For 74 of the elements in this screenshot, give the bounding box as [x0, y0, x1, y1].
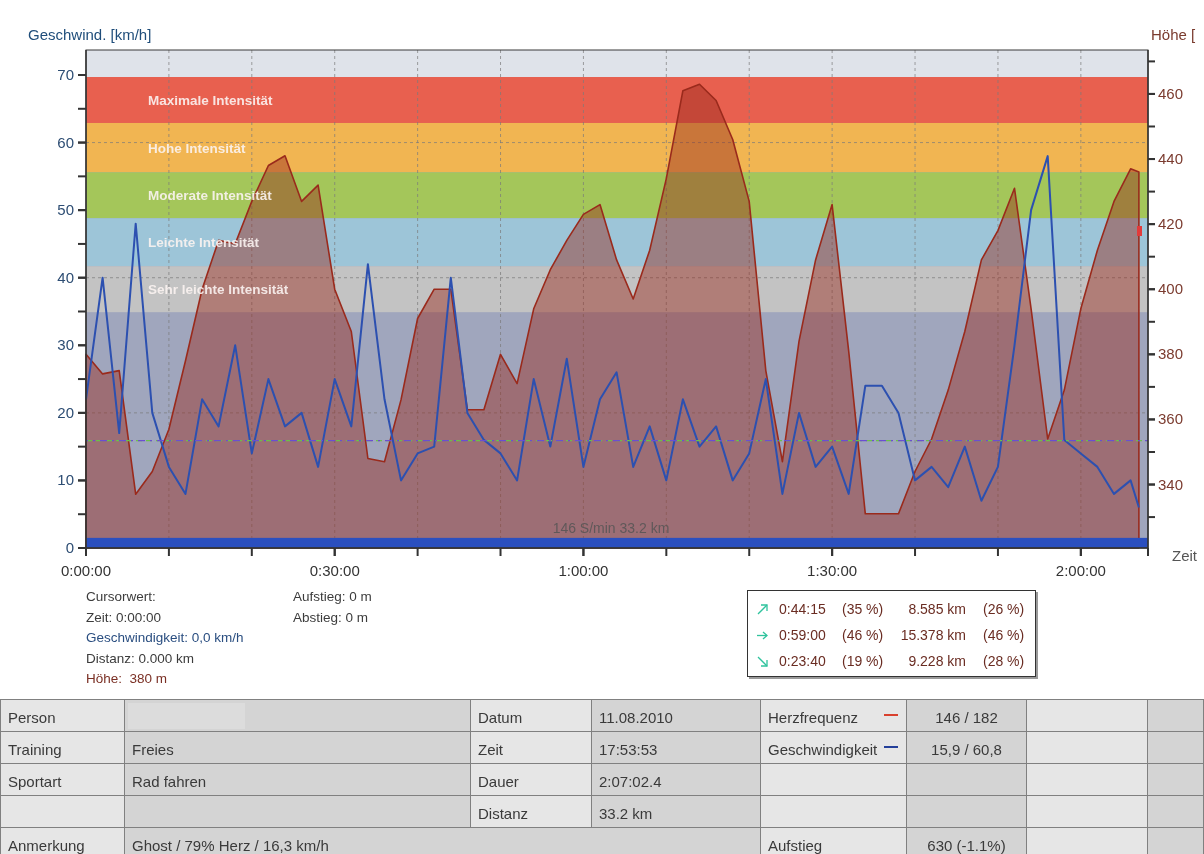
table-cell: Freies	[125, 732, 471, 764]
climb-value-text: Aufstieg: 0 m	[293, 588, 373, 606]
chart-annotation: 146 S/min 33.2 km	[552, 520, 670, 536]
axis-tick-label: 20	[57, 403, 74, 421]
axis-tick-label: 70	[57, 66, 74, 83]
axis-tick-label: 30	[57, 336, 74, 354]
summary-distance-share: (26 %)	[982, 601, 1025, 617]
table-cell: 33.2 km	[592, 796, 761, 828]
arrow-down-right-icon	[757, 655, 768, 667]
table-cell: Person	[1, 700, 125, 732]
summary-distance: 9.228 km	[908, 653, 966, 669]
axis-tick-label: 1:00:00	[558, 562, 609, 579]
axis-title: Höhe [	[1151, 26, 1196, 43]
summary-distance: 8.585 km	[908, 601, 966, 617]
table-cell	[1148, 764, 1204, 796]
axis-tick-label: 0:30:00	[309, 562, 360, 579]
table-cell	[1148, 828, 1204, 854]
arrow-right-icon	[757, 629, 768, 641]
summary-time-share: (19 %)	[842, 653, 884, 669]
marker-icon	[1137, 226, 1142, 236]
climb-value-text: Abstieg: 0 m	[293, 608, 370, 627]
axis-tick-label: 60	[57, 133, 74, 151]
summary-time: 0:23:40	[779, 653, 826, 669]
table-cell: Rad fahren	[125, 764, 471, 796]
table-cell: 630 (-1.1%)	[907, 828, 1027, 854]
table-cell: 2:07:02.4	[592, 764, 761, 796]
cursor-value-text: Zeit: 0:00:00	[86, 608, 163, 627]
axis-tick-label: 50	[57, 201, 74, 219]
summary-time: 0:44:15	[779, 601, 826, 617]
row-label: Geschwindigkeit	[768, 740, 878, 758]
table-cell	[1148, 732, 1204, 764]
table-cell: Dauer	[471, 764, 592, 796]
summary-time: 0:59:00	[779, 627, 826, 643]
cursor-value-text: Höhe: 380 m	[86, 670, 169, 688]
axis-tick-label: 0	[65, 539, 74, 556]
axis-tick-label: 400	[1158, 280, 1184, 298]
axis-title: Geschwind. [km/h]	[28, 26, 152, 43]
axis-tick-label: 10	[57, 471, 74, 489]
axis-tick-label: 460	[1158, 84, 1184, 102]
axis-tick-label: 2:00:00	[1055, 562, 1106, 579]
axis-tick-label: 40	[57, 268, 74, 286]
summary-distance-share: (46 %)	[982, 627, 1025, 643]
table-cell	[1148, 796, 1204, 828]
axis-tick-label: 420	[1158, 215, 1184, 233]
table-cell: Zeit	[471, 732, 592, 764]
table-cell: Anmerkung	[1, 828, 125, 854]
table-cell: 11.08.2010	[592, 700, 761, 732]
table-cell: Training	[1, 732, 125, 764]
table-cell: 146 / 182	[907, 700, 1027, 732]
row-label: Herzfrequenz	[768, 708, 859, 726]
table-cell: Ghost / 79% Herz / 16,3 km/h	[125, 828, 761, 854]
axis-tick-label: 380	[1158, 345, 1184, 363]
summary-time-share: (35 %)	[842, 601, 884, 617]
table-cell: 17:53:53	[592, 732, 761, 764]
axis-tick-label: 360	[1158, 410, 1184, 428]
axis-tick-label: 440	[1158, 150, 1184, 168]
cursor-value-text: Distanz: 0.000 km	[86, 649, 196, 668]
summary-distance-share: (28 %)	[982, 653, 1025, 669]
summary-distance: 15.378 km	[900, 627, 966, 643]
axis-tick-label: 0:00:00	[61, 562, 111, 579]
table-cell: 15,9 / 60,8	[907, 732, 1027, 764]
axis-tick-label: 1:30:00	[807, 562, 858, 579]
summary-time-share: (46 %)	[842, 627, 884, 643]
arrow-up-right-icon	[757, 603, 768, 615]
table-cell: Aufstieg	[761, 828, 907, 854]
cursor-value-text: Cursorwert:	[86, 588, 157, 606]
axis-title: Zeit	[1172, 547, 1197, 564]
zone-label: Hohe Intensität	[148, 140, 246, 156]
table-cell: Distanz	[471, 796, 592, 828]
table-cell: Datum	[471, 700, 592, 732]
zone-label: Maximale Intensität	[148, 93, 273, 108]
cursor-value-text: Geschwindigkeit: 0,0 km/h	[86, 629, 245, 647]
axis-tick-label: 340	[1158, 475, 1184, 493]
table-cell: Sportart	[1, 764, 125, 796]
